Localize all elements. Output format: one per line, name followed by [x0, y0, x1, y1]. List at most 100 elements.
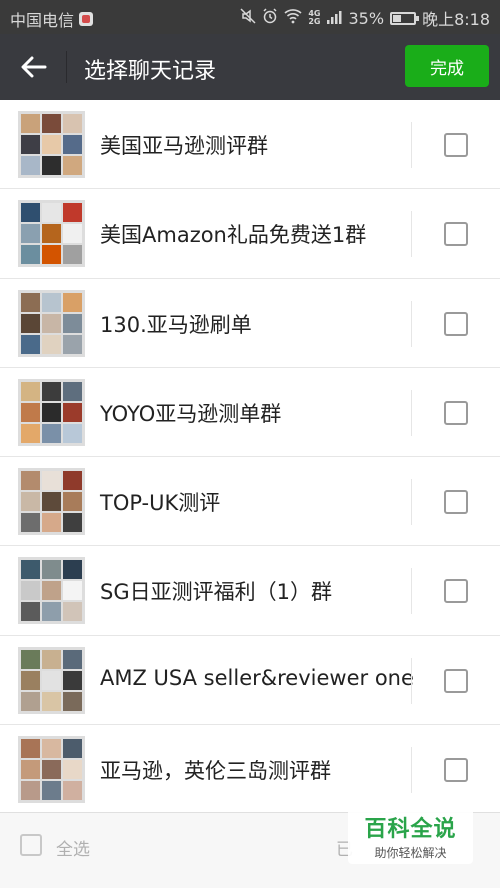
member-avatar-tile	[21, 135, 40, 154]
member-avatar-tile	[42, 691, 61, 711]
member-avatar-tile	[63, 649, 82, 669]
member-avatar-tile	[63, 581, 82, 601]
mute-icon	[240, 8, 256, 28]
chat-checkbox[interactable]	[444, 668, 468, 693]
member-avatar-tile	[42, 156, 61, 175]
back-arrow-icon	[21, 56, 47, 78]
member-avatar-tile	[42, 513, 61, 533]
member-avatar-tile	[63, 423, 82, 443]
chat-name: 130.亚马逊刷单	[100, 312, 252, 337]
member-avatar-tile	[63, 245, 82, 265]
select-all-label[interactable]: 全选	[56, 835, 90, 860]
member-avatar-tile	[63, 381, 82, 401]
watermark-subtitle: 助你轻松解决	[374, 846, 447, 860]
group-avatar	[18, 736, 85, 804]
chat-row[interactable]: TOP-UK测评	[0, 457, 500, 547]
member-avatar-tile	[42, 114, 61, 133]
row-divider	[411, 747, 412, 794]
watermark-logo: 百科全说 助你轻松解决	[348, 808, 473, 864]
member-avatar-tile	[63, 739, 82, 759]
chat-row[interactable]: 130.亚马逊刷单	[0, 278, 500, 368]
member-avatar-tile	[21, 224, 40, 244]
member-avatar-tile	[63, 602, 82, 622]
network-type-icon: 4G 2G	[308, 10, 320, 26]
chat-name: SG日亚测评福利（1）群	[100, 580, 332, 605]
chat-checkbox[interactable]	[444, 758, 468, 783]
member-avatar-tile	[42, 471, 61, 491]
done-button[interactable]: 完成	[405, 45, 489, 87]
member-avatar-tile	[42, 245, 61, 265]
row-divider	[411, 300, 412, 347]
chat-list: 美国亚马逊测评群 美国Amazon礼品免费送1群 130.亚马逊刷单 YOYO亚马逊测…	[0, 100, 500, 815]
member-avatar-tile	[21, 156, 40, 175]
row-divider	[411, 211, 412, 258]
member-avatar-tile	[63, 292, 82, 312]
chat-checkbox[interactable]	[444, 400, 468, 425]
member-avatar-tile	[42, 292, 61, 312]
member-avatar-tile	[42, 781, 61, 801]
member-avatar-tile	[21, 513, 40, 533]
alarm-icon	[262, 8, 278, 28]
member-avatar-tile	[63, 670, 82, 690]
group-avatar	[18, 378, 85, 446]
chat-checkbox[interactable]	[444, 133, 468, 157]
member-avatar-tile	[21, 760, 40, 780]
chat-name: 亚马逊，英伦三岛测评群	[100, 759, 331, 784]
chat-row[interactable]: 美国亚马逊测评群	[0, 100, 500, 190]
member-avatar-tile	[21, 334, 40, 354]
chat-row[interactable]: 美国Amazon礼品免费送1群	[0, 189, 500, 279]
member-avatar-tile	[63, 760, 82, 780]
member-avatar-tile	[63, 224, 82, 244]
header-bar: 选择聊天记录 完成	[0, 34, 500, 100]
member-avatar-tile	[21, 781, 40, 801]
chat-checkbox[interactable]	[444, 311, 468, 336]
back-button[interactable]	[14, 48, 54, 86]
member-avatar-tile	[63, 135, 82, 154]
member-avatar-tile	[21, 402, 40, 422]
member-avatar-tile	[42, 492, 61, 512]
chat-name: YOYO亚马逊测单群	[100, 401, 282, 426]
chat-checkbox[interactable]	[444, 579, 468, 604]
member-avatar-tile	[63, 560, 82, 580]
member-avatar-tile	[21, 670, 40, 690]
member-avatar-tile	[21, 581, 40, 601]
chat-name: TOP-UK测评	[100, 491, 221, 516]
network-bottom-label: 2G	[308, 17, 321, 26]
chat-row[interactable]: YOYO亚马逊测单群	[0, 367, 500, 458]
chat-row[interactable]: AMZ USA seller&reviewer one	[0, 635, 500, 726]
status-right: 4G 2G 35% 晚上8:18	[240, 6, 490, 30]
chat-row[interactable]: SG日亚测评福利（1）群	[0, 546, 500, 636]
member-avatar-tile	[42, 402, 61, 422]
member-avatar-tile	[63, 781, 82, 801]
member-avatar-tile	[63, 513, 82, 533]
member-avatar-tile	[21, 292, 40, 312]
member-avatar-tile	[42, 560, 61, 580]
member-avatar-tile	[63, 313, 82, 333]
member-avatar-tile	[21, 313, 40, 333]
chat-row[interactable]: 亚马逊，英伦三岛测评群	[0, 725, 500, 815]
member-avatar-tile	[42, 224, 61, 244]
page-title: 选择聊天记录	[84, 59, 217, 84]
member-avatar-tile	[42, 203, 61, 223]
group-avatar	[18, 289, 85, 357]
row-divider	[411, 657, 412, 704]
group-avatar	[18, 557, 85, 625]
status-bar: 中国电信 4G 2G 35% 晚上8:18	[0, 0, 500, 34]
row-divider	[411, 568, 412, 615]
member-avatar-tile	[42, 649, 61, 669]
chat-checkbox[interactable]	[444, 222, 468, 247]
chat-checkbox[interactable]	[444, 490, 468, 515]
member-avatar-tile	[21, 203, 40, 223]
member-avatar-tile	[63, 492, 82, 512]
member-avatar-tile	[21, 602, 40, 622]
clock: 晚上8:18	[422, 10, 490, 29]
select-all-checkbox[interactable]	[20, 834, 42, 856]
header-divider	[66, 51, 67, 83]
member-avatar-tile	[42, 334, 61, 354]
status-left: 中国电信	[10, 7, 94, 31]
member-avatar-tile	[21, 381, 40, 401]
member-avatar-tile	[21, 245, 40, 265]
member-avatar-tile	[63, 156, 82, 175]
member-avatar-tile	[21, 649, 40, 669]
member-avatar-tile	[21, 691, 40, 711]
